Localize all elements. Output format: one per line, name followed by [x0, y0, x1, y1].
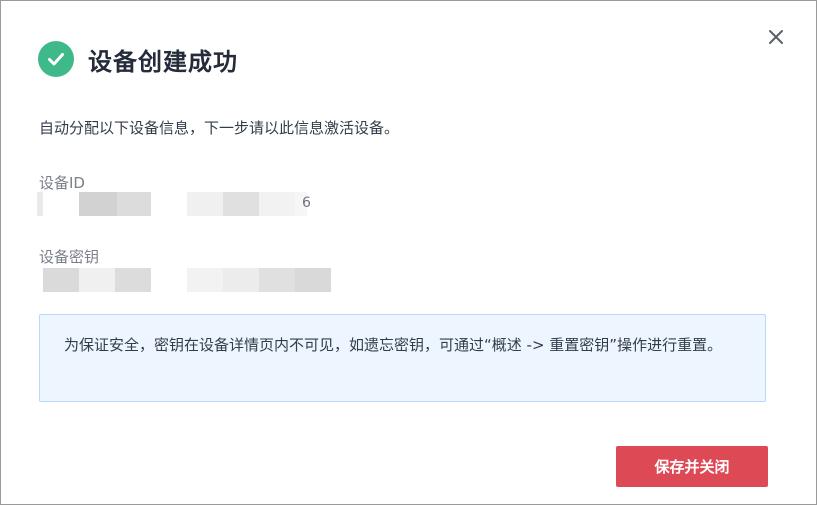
device-secret-label: 设备密钥: [39, 248, 100, 266]
dialog-title: 设备创建成功: [88, 47, 238, 76]
security-notice: 为保证安全，密钥在设备详情页内不可见，如遗忘密钥，可通过“概述 -> 重置密钥”…: [39, 314, 766, 402]
close-icon: [769, 30, 783, 44]
save-and-close-button[interactable]: 保存并关闭: [616, 446, 768, 487]
close-button[interactable]: [764, 25, 788, 49]
device-id-label: 设备ID: [39, 174, 85, 192]
dialog-description: 自动分配以下设备信息，下一步请以此信息激活设备。: [39, 119, 400, 137]
dialog-header: 设备创建成功: [38, 40, 238, 78]
device-id-visible-tail: 6: [302, 195, 311, 211]
device-created-dialog: 设备创建成功 自动分配以下设备信息，下一步请以此信息激活设备。 设备ID 6 设…: [0, 0, 817, 505]
check-circle-icon: [38, 41, 74, 77]
